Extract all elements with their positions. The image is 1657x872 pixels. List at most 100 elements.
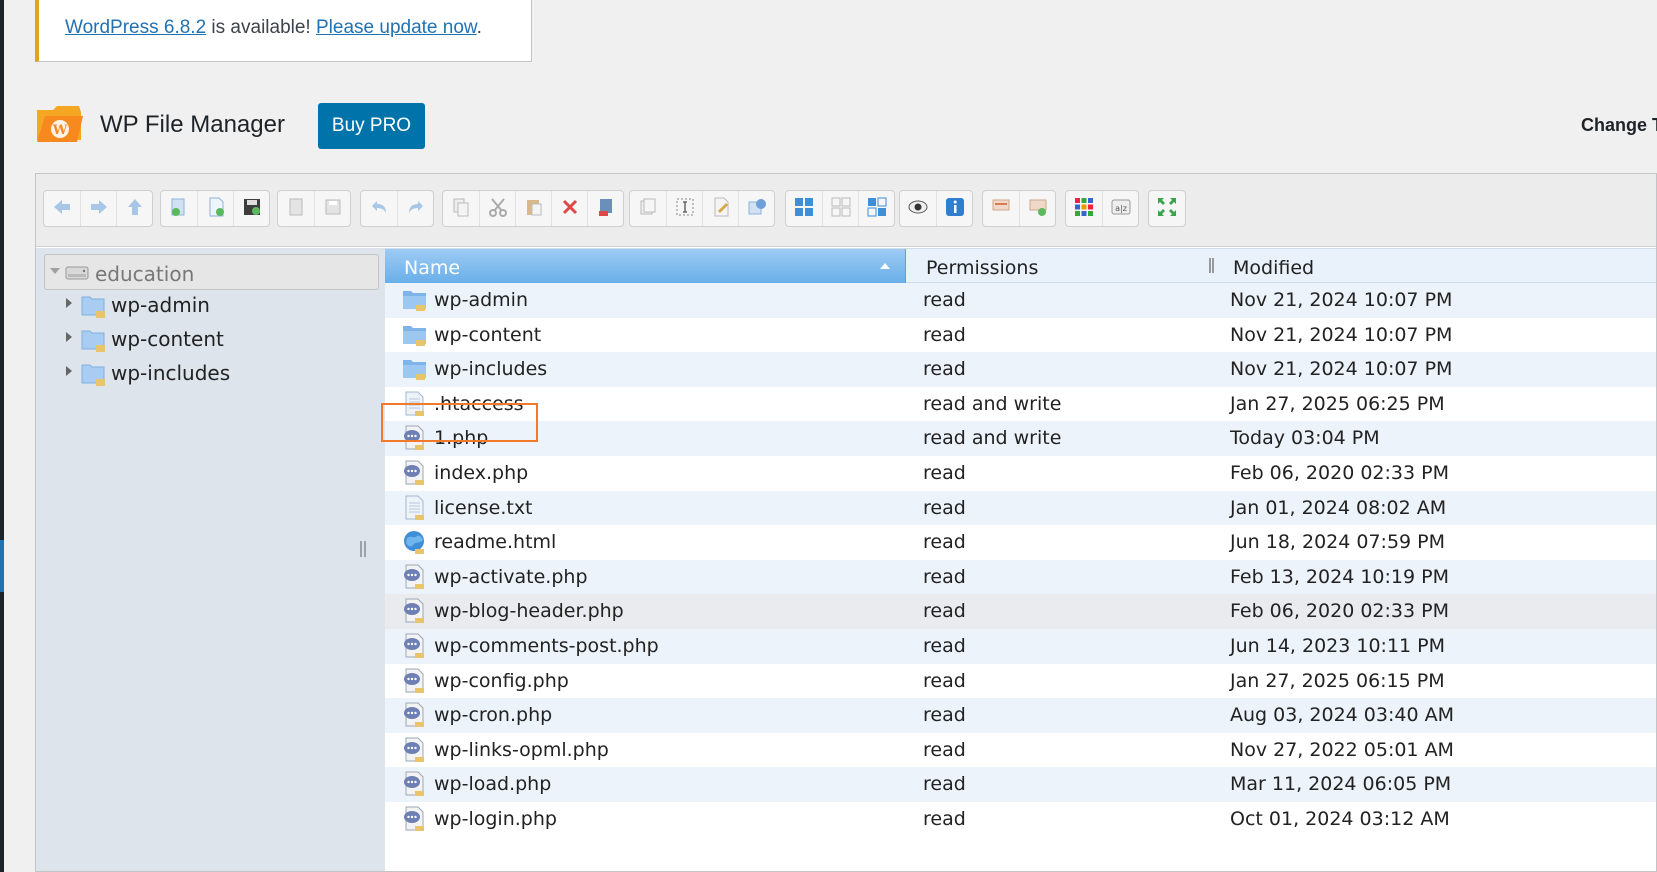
file-name: 1.php <box>434 427 489 450</box>
file-modified: Mar 11, 2024 06:05 PM <box>1230 773 1452 796</box>
php-file-icon <box>402 771 428 801</box>
column-name-label: Name <box>404 257 461 279</box>
icons-view-button[interactable] <box>1066 191 1102 226</box>
table-row[interactable]: wp-includes read Nov 21, 2024 10:07 PM <box>385 352 1656 387</box>
tree-item-wp-content[interactable]: wp-content <box>61 324 361 354</box>
new-file-icon <box>205 196 227 222</box>
buy-pro-button[interactable]: Buy PRO <box>318 103 425 149</box>
text-file-icon <box>402 391 428 421</box>
column-header-permissions[interactable]: Permissions <box>926 257 1038 279</box>
folder-tree: education wp-admin wp-content wp-include… <box>36 248 391 871</box>
expand-arrow-icon[interactable] <box>66 332 72 342</box>
column-resize-handle[interactable] <box>1209 258 1214 273</box>
redo-icon <box>405 196 427 222</box>
up-folder-button[interactable] <box>116 191 152 226</box>
sort-icon: a|z <box>1110 196 1132 222</box>
invert-selection-button[interactable] <box>858 191 894 226</box>
file-permissions: read <box>923 634 966 657</box>
table-row[interactable]: 1.php read and write Today 03:04 PM <box>385 421 1656 456</box>
file-list: Name Permissions Modified wp-admin read No… <box>385 248 1656 871</box>
open-button[interactable] <box>278 191 314 226</box>
toolbar: a|z <box>36 174 1656 247</box>
copy-button[interactable] <box>443 191 479 226</box>
forward-button[interactable] <box>80 191 116 226</box>
table-row[interactable]: index.php read Feb 06, 2020 02:33 PM <box>385 456 1656 491</box>
extract-icon <box>990 196 1012 222</box>
file-permissions: read <box>923 773 966 796</box>
file-name: wp-links-opml.php <box>434 738 609 761</box>
tree-item-label: wp-content <box>111 327 224 351</box>
select-all-button[interactable] <box>786 191 822 226</box>
resize-button[interactable] <box>738 191 774 226</box>
back-button[interactable] <box>44 191 80 226</box>
up-folder-icon <box>124 196 146 222</box>
cut-button[interactable] <box>479 191 515 226</box>
file-permissions: read <box>923 738 966 761</box>
sort-button[interactable]: a|z <box>1102 191 1138 226</box>
php-file-icon <box>402 702 428 732</box>
file-name: readme.html <box>434 531 557 554</box>
tree-item-wp-admin[interactable]: wp-admin <box>61 290 361 320</box>
duplicate-button[interactable] <box>630 191 666 226</box>
back-icon <box>51 196 73 222</box>
table-row[interactable]: readme.html read Jun 18, 2024 07:59 PM <box>385 525 1656 560</box>
file-modified: Feb 06, 2020 02:33 PM <box>1230 461 1449 484</box>
info-button[interactable] <box>936 191 972 226</box>
table-row[interactable]: wp-login.php read Oct 01, 2024 03:12 AM <box>385 802 1656 837</box>
file-permissions: read <box>923 704 966 727</box>
file-modified: Feb 06, 2020 02:33 PM <box>1230 600 1449 623</box>
table-row[interactable]: wp-load.php read Mar 11, 2024 06:05 PM <box>385 767 1656 802</box>
column-header-name[interactable]: Name <box>385 249 906 284</box>
paste-button[interactable] <box>515 191 551 226</box>
wordpress-version-link[interactable]: WordPress 6.8.2 <box>65 17 206 38</box>
table-row[interactable]: wp-activate.php read Feb 13, 2024 10:19 PM <box>385 559 1656 595</box>
expand-arrow-icon[interactable] <box>66 298 72 308</box>
select-none-button[interactable] <box>822 191 858 226</box>
table-row[interactable]: wp-admin read Nov 21, 2024 10:07 PM <box>385 283 1656 318</box>
file-permissions: read and write <box>923 392 1062 415</box>
page-title: WP File Manager <box>100 111 285 138</box>
table-row[interactable]: wp-blog-header.php read Feb 06, 2020 02:33… <box>385 594 1656 629</box>
toolbar-group <box>785 190 895 227</box>
table-row[interactable]: wp-comments-post.php read Jun 14, 2023 10:… <box>385 628 1656 664</box>
rename-button[interactable] <box>666 191 702 226</box>
tree-item-label: wp-includes <box>111 361 231 385</box>
preview-icon <box>907 196 929 222</box>
svg-text:a|z: a|z <box>1115 204 1127 213</box>
column-header-modified[interactable]: Modified <box>1233 257 1314 279</box>
new-file-button[interactable] <box>197 191 233 226</box>
expand-arrow-icon[interactable] <box>66 366 72 376</box>
save-button[interactable] <box>233 191 269 226</box>
file-name: wp-activate.php <box>434 565 588 588</box>
table-row[interactable]: .htaccess read and write Jan 27, 2025 06:2… <box>385 387 1656 422</box>
table-row[interactable]: wp-content read Nov 21, 2024 10:07 PM <box>385 318 1656 353</box>
delete-button[interactable] <box>551 191 587 226</box>
new-folder-button[interactable] <box>161 191 197 226</box>
table-row[interactable]: wp-config.php read Jan 27, 2025 06:15 PM <box>385 664 1656 699</box>
table-row[interactable]: wp-cron.php read Aug 03, 2024 03:40 AM <box>385 698 1656 733</box>
table-row[interactable]: wp-links-opml.php read Nov 27, 2022 05:01 … <box>385 733 1656 768</box>
archive-button[interactable] <box>1019 191 1055 226</box>
collapse-arrow-icon[interactable] <box>50 268 60 274</box>
table-row[interactable]: license.txt read Jan 01, 2024 08:02 AM <box>385 490 1656 526</box>
empty-button[interactable] <box>587 191 623 226</box>
fullscreen-button[interactable] <box>1149 191 1185 226</box>
redo-button[interactable] <box>397 191 433 226</box>
update-now-link[interactable]: Please update now <box>316 17 477 38</box>
file-permissions: read <box>923 565 966 588</box>
preview-button[interactable] <box>900 191 936 226</box>
toolbar-group <box>442 190 624 227</box>
file-name: wp-load.php <box>434 773 552 796</box>
extract-button[interactable] <box>983 191 1019 226</box>
tree-root-education[interactable]: education <box>44 254 379 290</box>
tree-root-label: education <box>95 262 195 286</box>
sidebar-resize-handle[interactable] <box>360 541 366 557</box>
file-modified: Nov 21, 2024 10:07 PM <box>1230 358 1453 381</box>
undo-button[interactable] <box>361 191 397 226</box>
download-button[interactable] <box>314 191 350 226</box>
edit-button[interactable] <box>702 191 738 226</box>
tree-item-wp-includes[interactable]: wp-includes <box>61 358 361 388</box>
folder-icon <box>402 322 428 352</box>
change-theme-link[interactable]: Change T <box>1581 115 1657 136</box>
file-modified: Today 03:04 PM <box>1230 427 1380 450</box>
